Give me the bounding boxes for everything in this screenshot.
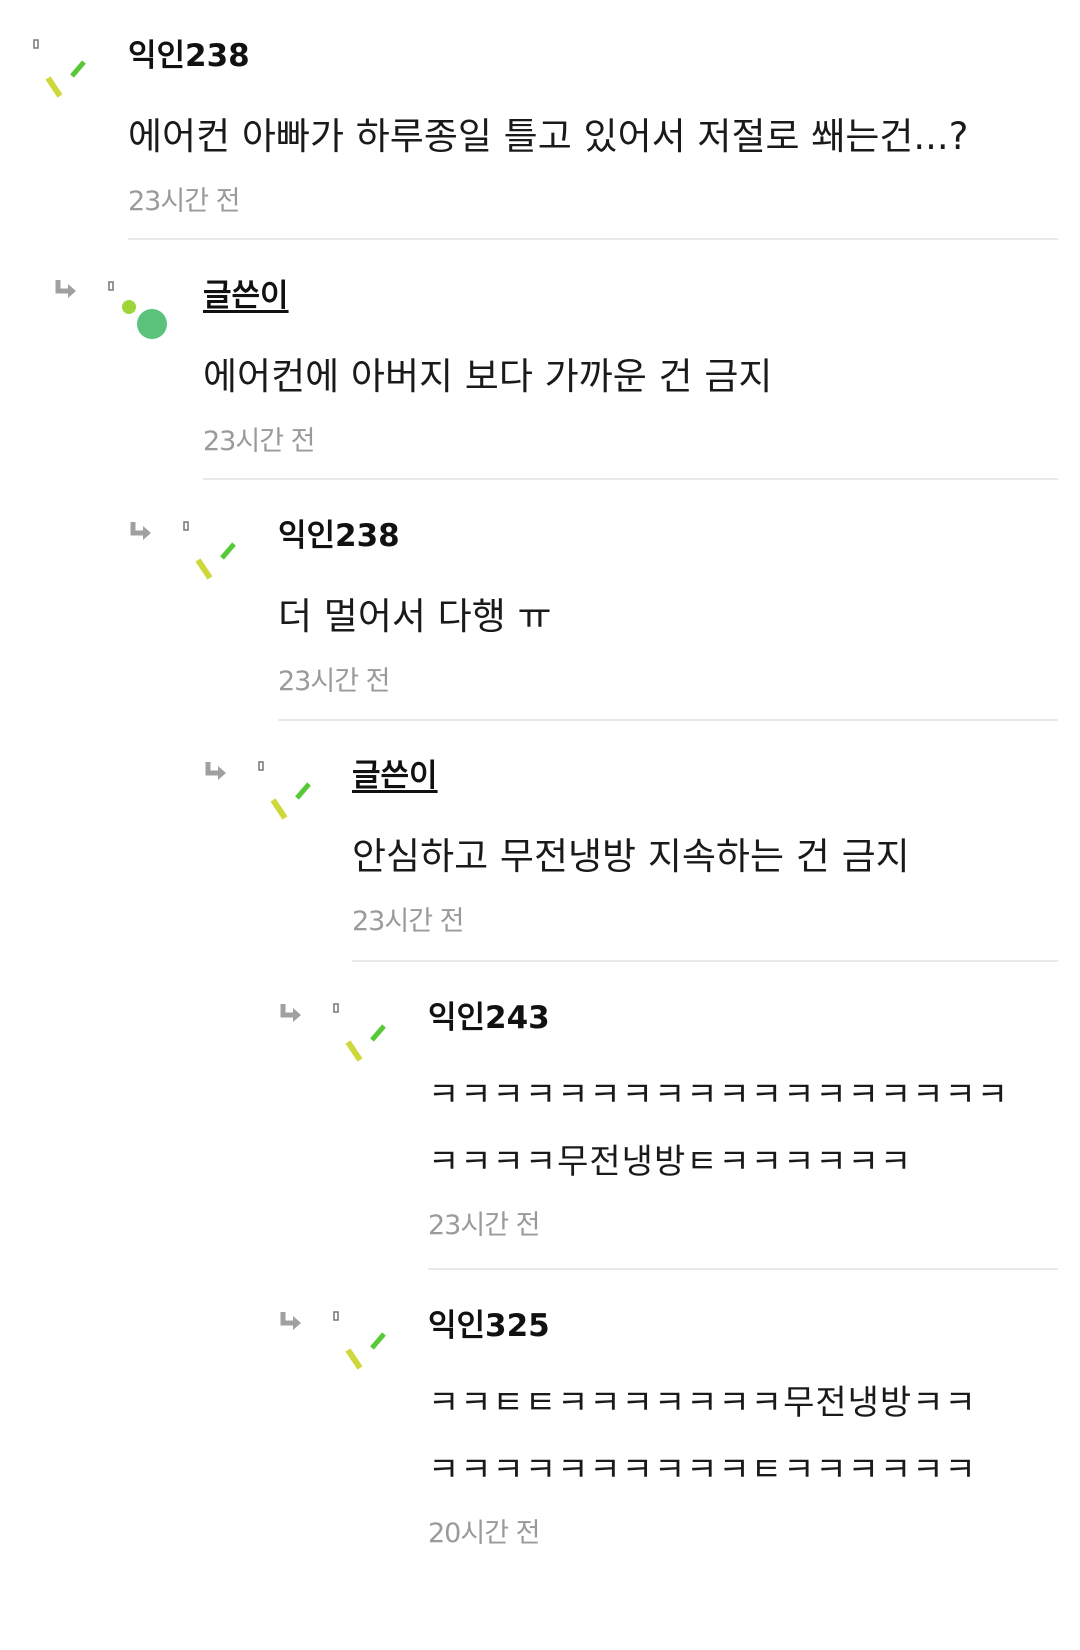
comment-divider [278, 719, 1058, 721]
comment-divider [428, 1268, 1058, 1270]
comment-line: ㅋㅋㅋㅋ무전냉방ㅌㅋㅋㅋㅋㅋㅋ [428, 1142, 913, 1182]
comment-author[interactable]: 익인243 [428, 998, 1058, 1038]
avatar[interactable] [328, 1300, 398, 1370]
comment-divider [203, 478, 1058, 480]
avatar[interactable] [328, 992, 398, 1062]
comment-thread: 익인238 에어컨 아빠가 하루종일 틀고 있어서 저절로 쐐는건...? 23… [0, 0, 1080, 1650]
comment-timestamp: 23시간 전 [203, 426, 315, 457]
dash-avatar-icon [33, 39, 86, 98]
avatar[interactable] [253, 750, 323, 820]
reply-arrow-icon [204, 760, 230, 782]
comment-line: ㅋㅋㅋㅋㅋㅋㅋㅋㅋㅋㅌㅋㅋㅋㅋㅋㅋ [428, 1450, 977, 1490]
comment-author-op[interactable]: 글쓴이 [352, 756, 1058, 796]
dash-avatar-icon [258, 761, 311, 820]
comment-body: ㅋㅋㅋㅋㅋㅋㅋㅋㅋㅋㅋㅋㅋㅋㅋㅋㅋㅋ ㅋㅋㅋㅋ무전냉방ㅌㅋㅋㅋㅋㅋㅋ [428, 1062, 1058, 1196]
dash-avatar-icon [333, 1003, 386, 1062]
comment-author[interactable]: 익인325 [428, 1306, 1058, 1346]
reply-arrow-icon [279, 1002, 305, 1024]
comment-divider [352, 960, 1058, 962]
comment-body: ㅋㅋㅌㅌㅋㅋㅋㅋㅋㅋㅋ무전냉방ㅋㅋ ㅋㅋㅋㅋㅋㅋㅋㅋㅋㅋㅌㅋㅋㅋㅋㅋㅋ [428, 1370, 1058, 1504]
comment-body: 에어컨에 아버지 보다 가까운 건 금지 [203, 342, 1058, 412]
circle-avatar-icon [108, 281, 167, 339]
avatar[interactable] [178, 510, 248, 580]
avatar[interactable] [103, 270, 173, 340]
comment-timestamp: 23시간 전 [428, 1210, 540, 1241]
dash-avatar-icon [183, 521, 236, 580]
comment-timestamp: 23시간 전 [352, 906, 464, 937]
reply-arrow-icon [129, 520, 155, 542]
comment-timestamp: 23시간 전 [128, 186, 240, 217]
reply-arrow-icon [279, 1310, 305, 1332]
comment-timestamp: 23시간 전 [278, 666, 390, 697]
avatar[interactable] [28, 30, 98, 100]
comment-timestamp: 20시간 전 [428, 1518, 540, 1549]
comment-line: 안심하고 무전냉방 지속하는 건 금지 [352, 835, 910, 878]
comment-body: 에어컨 아빠가 하루종일 틀고 있어서 저절로 쐐는건...? [128, 102, 1058, 172]
dash-avatar-icon [333, 1311, 386, 1370]
comment-line: 더 멀어서 다행 ㅠ [278, 595, 552, 638]
reply-arrow-icon [54, 278, 80, 300]
comment-line: 에어컨 아빠가 하루종일 틀고 있어서 저절로 쐐는건...? [128, 115, 969, 158]
comment-body: 더 멀어서 다행 ㅠ [278, 582, 1058, 652]
comment-author[interactable]: 익인238 [128, 36, 1058, 76]
comment-line: ㅋㅋㅋㅋㅋㅋㅋㅋㅋㅋㅋㅋㅋㅋㅋㅋㅋㅋ [428, 1075, 1010, 1115]
comment-author-op[interactable]: 글쓴이 [203, 276, 1058, 316]
comment-body: 안심하고 무전냉방 지속하는 건 금지 [352, 822, 1058, 892]
comment-line: ㅋㅋㅌㅌㅋㅋㅋㅋㅋㅋㅋ무전냉방ㅋㅋ [428, 1383, 977, 1423]
comment-author[interactable]: 익인238 [278, 516, 1058, 556]
comment-line: 에어컨에 아버지 보다 가까운 건 금지 [203, 355, 773, 398]
comment-divider [128, 238, 1058, 240]
